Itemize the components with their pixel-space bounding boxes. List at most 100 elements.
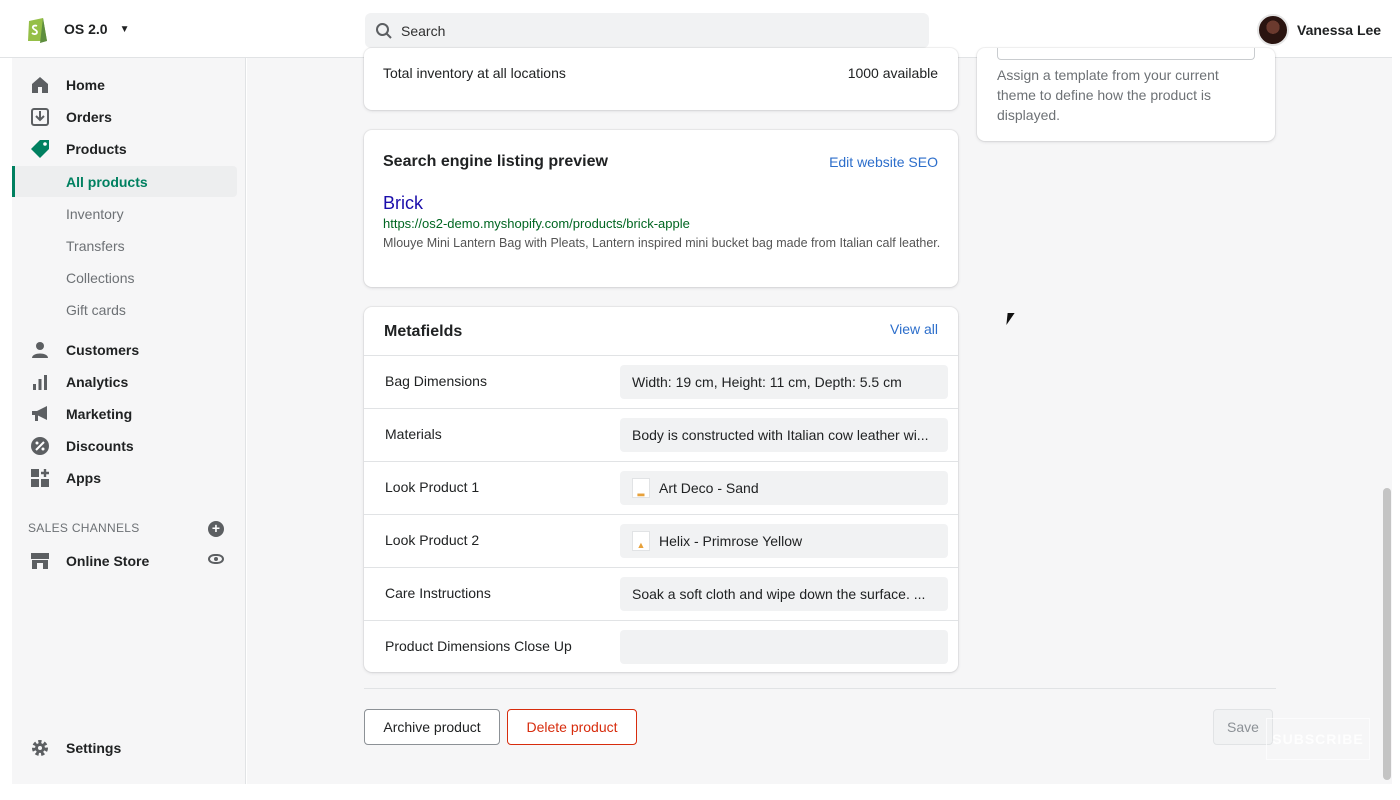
sidebar-item-label: Online Store [66, 553, 150, 569]
save-button[interactable]: Save [1213, 709, 1273, 745]
metafield-value: Soak a soft cloth and wipe down the surf… [632, 586, 926, 602]
sidebar-item-analytics[interactable]: Analytics [28, 368, 128, 396]
person-icon [28, 338, 52, 362]
sidebar-subitem-inventory[interactable]: Inventory [66, 200, 124, 228]
sidebar-item-label: Settings [66, 740, 122, 756]
metafield-key: Product Dimensions Close Up [385, 638, 572, 654]
sales-channels-heading: SALES CHANNELS [28, 521, 140, 535]
sidebar-item-discounts[interactable]: Discounts [28, 432, 134, 460]
megaphone-icon [28, 402, 52, 426]
metafield-key: Look Product 1 [385, 479, 480, 495]
metafield-row: Care Instructions Soak a soft cloth and … [364, 567, 958, 620]
inventory-value: 1000 available [847, 65, 938, 81]
inventory-card: Total inventory at all locations 1000 av… [364, 48, 958, 110]
edit-seo-link[interactable]: Edit website SEO [829, 154, 938, 170]
sidebar-item-orders[interactable]: Orders [28, 103, 112, 131]
product-thumbnail-icon: ▲ [632, 531, 650, 551]
sidebar-item-label: Products [66, 141, 127, 157]
search-placeholder: Search [401, 22, 446, 39]
metafield-value-field[interactable]: Soak a soft cloth and wipe down the surf… [620, 577, 948, 611]
scrollbar-thumb[interactable] [1383, 488, 1391, 780]
seo-url: https://os2-demo.myshopify.com/products/… [383, 216, 690, 231]
metafields-card: Metafields View all Bag Dimensions Width… [364, 307, 958, 672]
seo-card-title: Search engine listing preview [383, 153, 608, 170]
mouse-cursor-icon [1006, 313, 1015, 325]
sidebar-item-home[interactable]: Home [28, 71, 105, 99]
metafield-row: Product Dimensions Close Up [364, 620, 958, 673]
metafield-value-field[interactable] [620, 630, 948, 664]
metafield-key: Care Instructions [385, 585, 491, 601]
template-select[interactable] [997, 48, 1255, 60]
metafield-row: Bag Dimensions Width: 19 cm, Height: 11 … [364, 355, 958, 408]
chevron-down-icon[interactable]: ▼ [120, 24, 130, 35]
product-thumbnail-icon: ▂ [632, 478, 650, 498]
view-all-link[interactable]: View all [890, 321, 938, 337]
sidebar-item-online-store[interactable]: Online Store [28, 547, 149, 575]
metafield-key: Look Product 2 [385, 532, 480, 548]
metafield-value: Width: 19 cm, Height: 11 cm, Depth: 5.5 … [632, 374, 902, 390]
metafield-value-field[interactable]: ▂ Art Deco - Sand [620, 471, 948, 505]
sidebar-item-label: Home [66, 77, 105, 93]
add-channel-icon[interactable]: + [208, 521, 224, 537]
sidebar-subitem-transfers[interactable]: Transfers [66, 232, 125, 260]
search-input[interactable]: Search [365, 13, 929, 48]
sidebar-item-apps[interactable]: Apps [28, 464, 101, 492]
avatar[interactable] [1257, 14, 1289, 46]
sidebar-item-products[interactable]: Products [28, 135, 127, 163]
metafield-key: Bag Dimensions [385, 373, 487, 389]
bar-chart-icon [28, 370, 52, 394]
sidebar-item-label: Marketing [66, 406, 133, 422]
metafield-row: Materials Body is constructed with Itali… [364, 408, 958, 461]
sidebar: Home Orders Products All products Invent… [12, 58, 246, 784]
metafield-value: Helix - Primrose Yellow [659, 533, 803, 549]
metafield-row: Look Product 1 ▂ Art Deco - Sand [364, 461, 958, 514]
active-item-indicator [12, 166, 15, 197]
discount-badge-icon [28, 434, 52, 458]
user-name[interactable]: Vanessa Lee [1297, 22, 1381, 38]
metafields-title: Metafields [384, 323, 463, 340]
template-help-text: Assign a template from your current them… [997, 67, 1219, 123]
sidebar-item-customers[interactable]: Customers [28, 336, 139, 364]
sidebar-item-label: Customers [66, 342, 140, 358]
shopify-logo-icon [28, 18, 47, 43]
store-name[interactable]: OS 2.0 [64, 21, 108, 37]
sidebar-subitem-all-products[interactable]: All products [66, 168, 148, 196]
orders-icon [28, 105, 52, 129]
sidebar-item-label: Analytics [66, 374, 129, 390]
archive-product-button[interactable]: Archive product [364, 709, 500, 745]
metafield-value: Body is constructed with Italian cow lea… [632, 427, 929, 443]
divider [364, 688, 1276, 689]
sidebar-item-label: Apps [66, 470, 101, 486]
metafield-value-field[interactable]: ▲ Helix - Primrose Yellow [620, 524, 948, 558]
sidebar-subitem-gift-cards[interactable]: Gift cards [66, 296, 126, 324]
apps-grid-icon [28, 466, 52, 490]
home-icon [28, 73, 52, 97]
store-icon [28, 549, 52, 573]
metafield-value-field[interactable]: Body is constructed with Italian cow lea… [620, 418, 948, 452]
frame-edge [0, 784, 1400, 800]
main-content: Total inventory at all locations 1000 av… [247, 48, 1382, 784]
inventory-label: Total inventory at all locations [383, 65, 566, 81]
seo-preview-card: Search engine listing preview Edit websi… [364, 130, 958, 287]
gear-icon [28, 736, 52, 760]
sidebar-item-settings[interactable]: Settings [28, 734, 121, 762]
seo-description: Mlouye Mini Lantern Bag with Pleats, Lan… [383, 236, 941, 250]
metafield-row: Look Product 2 ▲ Helix - Primrose Yellow [364, 514, 958, 567]
sidebar-subitem-collections[interactable]: Collections [66, 264, 134, 292]
sidebar-item-marketing[interactable]: Marketing [28, 400, 132, 428]
eye-icon[interactable] [208, 554, 224, 564]
metafield-value-field[interactable]: Width: 19 cm, Height: 11 cm, Depth: 5.5 … [620, 365, 948, 399]
delete-product-button[interactable]: Delete product [507, 709, 637, 745]
tag-icon [28, 137, 52, 161]
search-icon [376, 22, 392, 39]
user-menu[interactable]: Vanessa Lee [1257, 14, 1381, 46]
sidebar-item-label: Discounts [66, 438, 134, 454]
store-switcher[interactable]: OS 2.0 ▼ [26, 14, 130, 44]
subscribe-watermark: SUBSCRIBE [1266, 718, 1370, 760]
metafield-value: Art Deco - Sand [659, 480, 759, 496]
sidebar-item-label: Orders [66, 109, 112, 125]
theme-template-card: Assign a template from your current them… [977, 48, 1275, 141]
frame-edge [1392, 0, 1400, 800]
metafield-key: Materials [385, 426, 442, 442]
seo-page-title: Brick [383, 193, 423, 213]
